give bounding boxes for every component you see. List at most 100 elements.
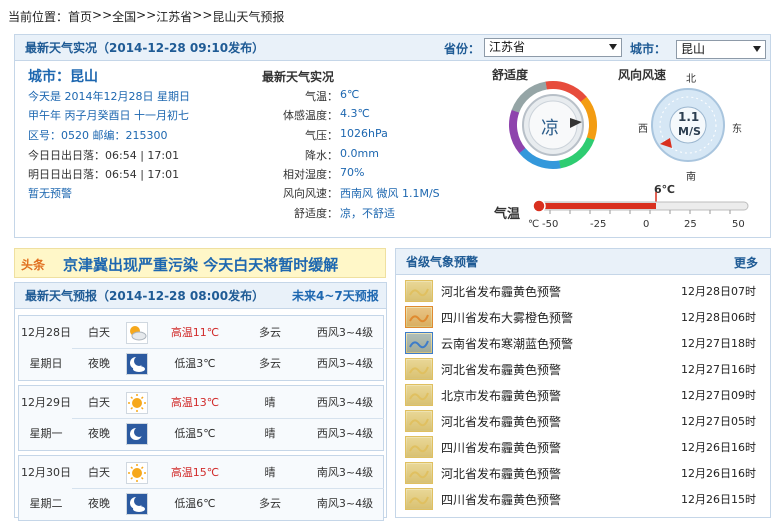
- breadcrumb-separator: >>: [192, 8, 213, 22]
- obs-value: 0.0mm: [340, 147, 379, 160]
- forecast-temp: 高温11℃: [170, 326, 220, 339]
- forecast-weather: 多云: [259, 326, 281, 339]
- warning-text[interactable]: 云南省发布寒潮蓝色预警: [441, 335, 573, 352]
- forecast-week: 星期一: [29, 427, 63, 440]
- forecast-wind: 南风3~4级: [316, 466, 374, 479]
- warning-time: 12月28日07时: [681, 285, 756, 298]
- breadcrumb: 当前位置： 首页 >> 全国 >> 江苏省 >> 昆山天气预报: [8, 8, 284, 25]
- chevron-down-icon: [753, 46, 761, 52]
- wind-compass-label: 风向风速: [618, 68, 667, 82]
- warning-level-icon: [405, 488, 433, 510]
- warning-level-icon: [405, 280, 433, 302]
- breadcrumb-home-link[interactable]: 首页: [68, 8, 92, 25]
- temp-bar-unit: ℃: [528, 219, 540, 230]
- wind-dir-west: 西: [638, 124, 648, 135]
- breadcrumb-current-page: 昆山天气预报: [212, 10, 285, 24]
- temp-tick: 25: [684, 219, 697, 230]
- warning-item[interactable]: 四川省发布霾黄色预警 12月26日16时: [405, 434, 775, 460]
- sun-tomorrow: 明日日出日落：06:54 | 17:01: [28, 168, 180, 181]
- obs-key: 气温：: [305, 90, 338, 103]
- obs-key: 降水：: [305, 149, 338, 162]
- warning-item[interactable]: 四川省发布大雾橙色预警 12月28日06时: [405, 304, 775, 330]
- city-label: 城市：: [630, 42, 667, 56]
- headline-banner[interactable]: 头条 京津冀出现严重污染 今天白天将暂时缓解: [14, 248, 386, 278]
- moon-cloud-icon: [126, 353, 148, 375]
- warnings-title: 省级气象预警: [406, 255, 479, 269]
- warning-text[interactable]: 河北省发布霾黄色预警: [441, 283, 561, 300]
- province-select[interactable]: 江苏省: [484, 38, 622, 57]
- warning-time: 12月26日15时: [681, 493, 756, 506]
- warning-level-icon: [405, 306, 433, 328]
- warning-level-icon: [405, 332, 433, 354]
- warning-level-icon: [405, 358, 433, 380]
- warning-level-icon: [405, 436, 433, 458]
- warning-text[interactable]: 四川省发布霾黄色预警: [441, 439, 561, 456]
- warning-text[interactable]: 河北省发布霾黄色预警: [441, 413, 561, 430]
- cloudy-sun-icon: [126, 322, 148, 344]
- province-label: 省份：: [444, 42, 481, 56]
- warning-item[interactable]: 云南省发布寒潮蓝色预警 12月27日18时: [405, 330, 775, 356]
- warning-text[interactable]: 四川省发布大雾橙色预警: [441, 309, 573, 326]
- warning-item[interactable]: 河北省发布霾黄色预警 12月26日16时: [405, 460, 775, 486]
- breadcrumb-province-link[interactable]: 江苏省: [156, 8, 192, 25]
- breadcrumb-separator: >>: [92, 8, 113, 22]
- warning-time: 12月26日16时: [681, 441, 756, 454]
- temp-tick: -50: [542, 219, 559, 230]
- warning-text[interactable]: 河北省发布霾黄色预警: [441, 465, 561, 482]
- wind-dir-east: 东: [732, 124, 742, 135]
- forecast-more-link[interactable]: 未来4~7天预报: [292, 287, 379, 304]
- sun-icon: [126, 462, 148, 484]
- warning-text[interactable]: 北京市发布霾黄色预警: [441, 387, 561, 404]
- lunar-line: 甲午年 丙子月癸酉日 十一月初七: [28, 109, 189, 122]
- temp-tick: 0: [643, 219, 650, 230]
- current-weather-title: 最新天气实况（2014-12-28 09:10发布）: [25, 41, 265, 55]
- temp-tick: 50: [732, 219, 745, 230]
- no-alert-link[interactable]: 暂无预警: [28, 185, 72, 201]
- warning-text[interactable]: 四川省发布霾黄色预警: [441, 491, 561, 508]
- warning-item[interactable]: 北京市发布霾黄色预警 12月27日09时: [405, 382, 775, 408]
- obs-value: 4.3℃: [340, 107, 370, 120]
- comfort-gauge-value: 凉: [541, 118, 559, 139]
- forecast-wind: 西风3~4级: [316, 357, 374, 370]
- forecast-period: 夜晚: [88, 427, 110, 440]
- wind-speed-unit: M/S: [678, 125, 701, 138]
- date-line: 今天是 2014年12月28日 星期日: [28, 90, 190, 103]
- obs-value: 70%: [340, 166, 365, 179]
- warning-text[interactable]: 河北省发布霾黄色预警: [441, 361, 561, 378]
- city-select-value: 昆山: [681, 42, 706, 56]
- wind-dir-south: 南: [686, 172, 696, 183]
- warning-item[interactable]: 四川省发布霾黄色预警 12月26日15时: [405, 486, 775, 512]
- forecast-temp: 高温13℃: [170, 396, 220, 409]
- warnings-more-link[interactable]: 更多: [734, 254, 758, 271]
- warning-item[interactable]: 河北省发布霾黄色预警 12月28日07时: [405, 278, 775, 304]
- forecast-temp: 低温3℃: [174, 357, 216, 370]
- forecast-weather: 多云: [259, 497, 281, 510]
- forecast-weather: 晴: [264, 396, 276, 409]
- forecast-period: 白天: [88, 326, 110, 339]
- city-select[interactable]: 昆山: [676, 40, 766, 59]
- warning-time: 12月27日18时: [681, 337, 756, 350]
- moon-cloud-icon: [126, 493, 148, 515]
- forecast-weather: 多云: [259, 357, 281, 370]
- breadcrumb-country-link[interactable]: 全国: [112, 8, 136, 25]
- wind-dir-north: 北: [686, 74, 696, 85]
- forecast-date: 12月30日: [21, 466, 71, 479]
- wind-speed-value: 1.1: [678, 110, 700, 124]
- forecast-date: 12月29日: [21, 396, 71, 409]
- forecast-period: 白天: [88, 466, 110, 479]
- code-line: 区号：0520 邮编：215300: [28, 129, 168, 142]
- headline-tag: 头条: [21, 258, 46, 272]
- obs-key: 相对湿度：: [283, 168, 338, 181]
- forecast-title: 最新天气预报（2014-12-28 08:00发布）: [25, 289, 265, 303]
- warning-level-icon: [405, 410, 433, 432]
- warning-time: 12月27日05时: [681, 415, 756, 428]
- obs-value: 1026hPa: [340, 127, 388, 140]
- warning-level-icon: [405, 462, 433, 484]
- warning-item[interactable]: 河北省发布霾黄色预警 12月27日05时: [405, 408, 775, 434]
- obs-key: 风向风速：: [283, 187, 338, 200]
- warning-item[interactable]: 河北省发布霾黄色预警 12月27日16时: [405, 356, 775, 382]
- temperature-bar: [532, 192, 749, 214]
- warning-time: 12月26日16时: [681, 467, 756, 480]
- warnings-header: 省级气象预警: [396, 249, 770, 275]
- city-title: 城市：昆山: [28, 69, 98, 85]
